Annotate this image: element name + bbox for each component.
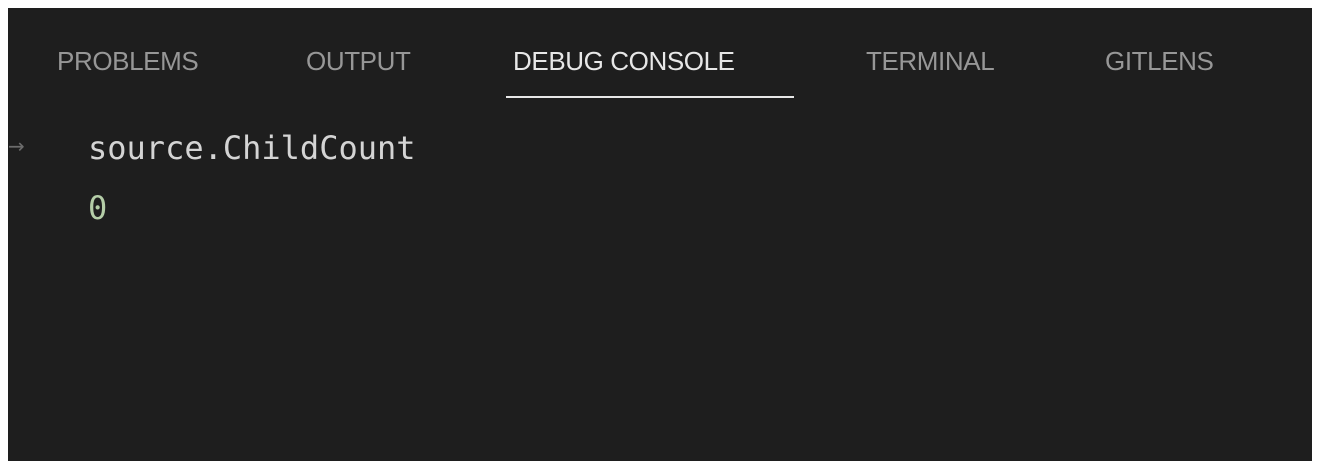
console-result-value: 0 [88,189,108,227]
active-tab-indicator [506,96,794,98]
console-output-area[interactable]: → source.ChildCount 0 [8,112,1312,461]
console-input-expression: source.ChildCount [88,129,416,167]
tab-terminal[interactable]: TERMINAL [866,46,995,76]
panel-tab-bar: PROBLEMS OUTPUT DEBUG CONSOLE TERMINAL G… [8,8,1312,112]
tab-output[interactable]: OUTPUT [306,46,411,76]
tab-debug-console[interactable]: DEBUG CONSOLE [513,46,735,76]
tab-problems[interactable]: PROBLEMS [57,46,199,76]
tab-gitlens[interactable]: GITLENS [1105,46,1214,76]
arrow-right-icon: → [8,134,25,158]
debug-console-panel: PROBLEMS OUTPUT DEBUG CONSOLE TERMINAL G… [8,8,1312,461]
